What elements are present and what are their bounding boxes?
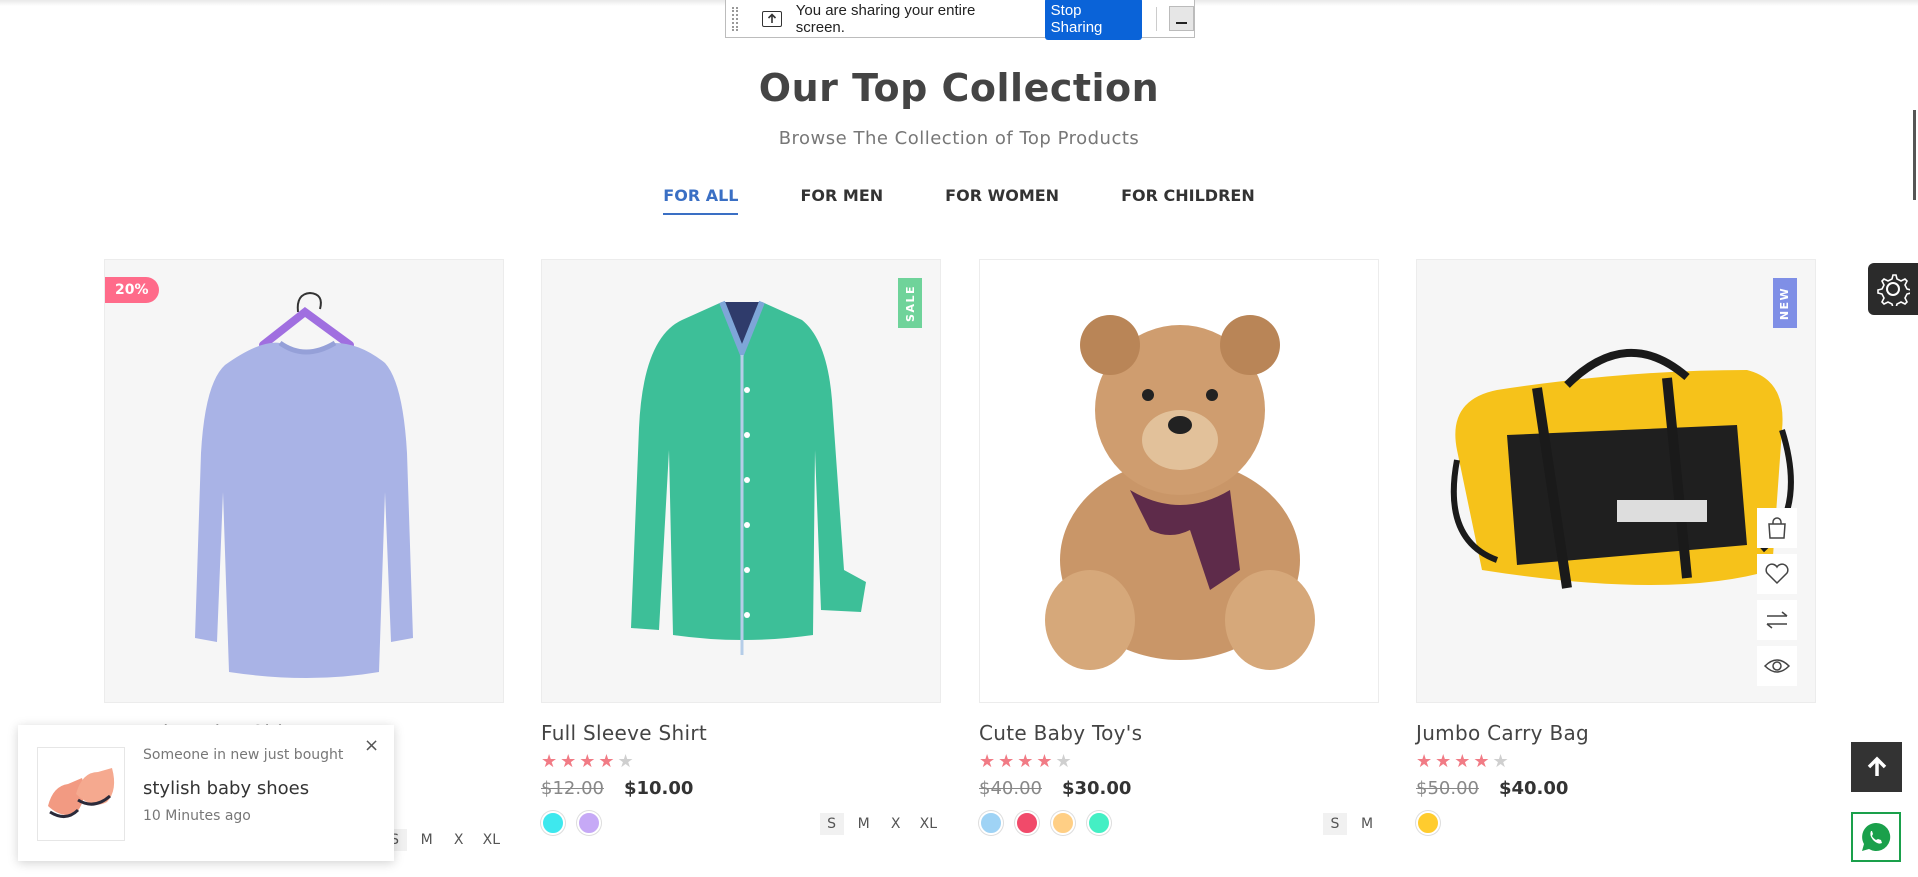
gear-icon [1877, 274, 1910, 306]
compare-arrows-icon [1766, 611, 1788, 629]
product-thumbnail[interactable] [37, 747, 125, 841]
size-option[interactable]: M [1355, 813, 1379, 835]
product-name[interactable]: Cute Baby Toy's [979, 721, 1379, 745]
old-price: $12.00 [541, 778, 604, 799]
popup-product-name[interactable]: stylish baby shoes [143, 778, 309, 799]
tab-for-all[interactable]: FOR ALL [663, 186, 739, 215]
teddy-bear-image [1045, 315, 1315, 670]
size-option[interactable]: S [1323, 813, 1347, 835]
popup-caption: Someone in new just bought [143, 747, 344, 763]
old-price: $50.00 [1416, 778, 1479, 799]
share-screen-icon [761, 10, 782, 27]
whatsapp-button[interactable] [1851, 812, 1901, 862]
section-subtitle: Browse The Collection of Top Products [778, 128, 1140, 149]
divider [1156, 6, 1158, 31]
drag-grip[interactable] [732, 6, 738, 31]
product-card[interactable]: Cute Baby Toy's ★★★★★ $40.00 $30.00 S M [979, 259, 1379, 839]
sweater-image [195, 291, 413, 678]
current-price: $40.00 [1498, 778, 1569, 799]
size-option[interactable]: X [884, 813, 908, 835]
current-price: $30.00 [1061, 778, 1132, 799]
add-to-cart-button[interactable] [1757, 508, 1797, 548]
product-image[interactable]: NEW [1416, 259, 1816, 703]
color-swatch[interactable] [541, 811, 565, 835]
size-option[interactable]: XL [479, 829, 504, 851]
discount-badge: 20% [105, 277, 159, 303]
back-to-top-button[interactable] [1851, 742, 1902, 792]
heart-icon [1765, 563, 1789, 585]
product-actions [1757, 508, 1797, 686]
collection-tabs: FOR ALL FOR MEN FOR WOMEN FOR CHILDREN [0, 186, 1918, 215]
whatsapp-icon [1862, 822, 1891, 851]
baby-shoes-image [48, 768, 115, 818]
product-image[interactable] [979, 259, 1379, 703]
product-image[interactable]: 20% [104, 259, 504, 703]
minimize-button[interactable] [1169, 6, 1194, 31]
price-row: $12.00 $10.00 [541, 778, 941, 799]
size-option[interactable]: XL [916, 813, 941, 835]
product-options: S M [979, 811, 1379, 839]
settings-button[interactable] [1868, 263, 1918, 315]
popup-time: 10 Minutes ago [143, 808, 251, 824]
product-card[interactable]: SALE Full Sleeve Shirt ★★★★★ $12.00 $10.… [541, 259, 941, 839]
compare-button[interactable] [1757, 600, 1797, 640]
screen-share-bar: You are sharing your entire screen. Stop… [725, 0, 1195, 40]
old-price: $40.00 [979, 778, 1042, 799]
color-swatch[interactable] [1416, 811, 1440, 835]
color-swatch[interactable] [1015, 811, 1039, 835]
price-row: $40.00 $30.00 [979, 778, 1379, 799]
color-swatch[interactable] [1051, 811, 1075, 835]
tab-for-women[interactable]: FOR WOMEN [945, 186, 1059, 215]
new-badge: NEW [1773, 278, 1797, 328]
share-status-text: You are sharing your entire screen. [795, 1, 976, 36]
shirt-image [631, 300, 866, 655]
product-card[interactable]: 20% [104, 259, 504, 703]
tab-for-children[interactable]: FOR CHILDREN [1121, 186, 1255, 215]
size-option[interactable]: M [852, 813, 876, 835]
sale-badge: SALE [898, 278, 922, 328]
price-row: $50.00 $40.00 [1416, 778, 1816, 799]
rating-stars: ★★★★★ [1416, 751, 1512, 772]
section-title: Our Top Collection [758, 66, 1160, 110]
color-swatch[interactable] [577, 811, 601, 835]
product-card[interactable]: NEW Jumbo Carry Bag ★★★★★ $50.00 $40.00 [1416, 259, 1816, 839]
color-swatch[interactable] [1087, 811, 1111, 835]
product-image[interactable]: SALE [541, 259, 941, 703]
shopping-bag-icon [1768, 517, 1786, 539]
arrow-up-icon [1867, 756, 1886, 776]
close-icon[interactable]: × [364, 735, 379, 756]
product-name[interactable]: Full Sleeve Shirt [541, 721, 941, 745]
product-options [1416, 811, 1816, 839]
product-options: S M X XL [541, 811, 941, 839]
size-option[interactable]: S [819, 813, 844, 835]
rating-stars: ★★★★★ [979, 751, 1075, 772]
tab-for-men[interactable]: FOR MEN [800, 186, 883, 215]
eye-icon [1763, 659, 1791, 673]
size-option[interactable]: X [447, 829, 471, 851]
color-swatch[interactable] [979, 811, 1003, 835]
stop-sharing-button[interactable]: Stop Sharing [1044, 0, 1143, 40]
recent-purchase-popup: Someone in new just bought stylish baby … [18, 725, 394, 861]
current-price: $10.00 [623, 778, 694, 799]
quick-view-button[interactable] [1757, 646, 1797, 686]
scrollbar-thumb[interactable] [1913, 110, 1916, 200]
add-to-wishlist-button[interactable] [1757, 554, 1797, 594]
size-option[interactable]: M [415, 829, 439, 851]
product-name[interactable]: Jumbo Carry Bag [1416, 721, 1816, 745]
rating-stars: ★★★★★ [541, 751, 637, 772]
